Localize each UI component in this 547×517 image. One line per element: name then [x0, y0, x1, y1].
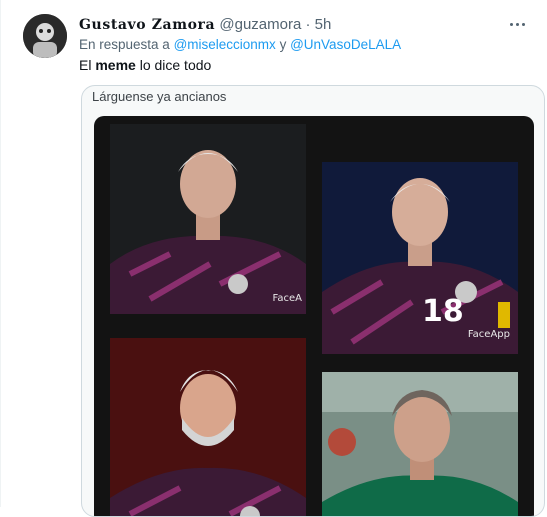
photo-older-player-4	[322, 372, 518, 516]
mention-link[interactable]: @miseleccionmx	[174, 37, 276, 52]
jersey-number: 18	[422, 294, 464, 329]
reply-prefix: En respuesta a	[79, 37, 170, 52]
tweet[interactable]: Gustavo Zamora @guzamora · 5h En respues…	[0, 0, 547, 517]
more-icon[interactable]	[505, 12, 529, 36]
handle[interactable]: @guzamora	[219, 16, 301, 33]
photo-older-player-3	[110, 338, 306, 516]
photo-older-player-1: FaceA	[110, 124, 306, 314]
watermark: FaceApp	[467, 329, 510, 340]
text-segment: lo dice todo	[139, 57, 212, 73]
photo-older-player-2: 18 FaceApp	[322, 162, 518, 354]
media-card[interactable]: Lárguense ya ancianos FaceA 18 FaceApp	[81, 85, 545, 517]
tweet-text: El meme lo dice todo	[79, 57, 211, 73]
media-caption: Lárguense ya ancianos	[92, 89, 227, 104]
watermark: FaceA	[272, 293, 302, 304]
mention-link[interactable]: @UnVasoDeLALA	[290, 37, 401, 52]
separator: ·	[305, 16, 311, 33]
tweet-header: Gustavo Zamora @guzamora · 5h	[79, 15, 331, 35]
text-bold: meme	[95, 57, 136, 73]
avatar[interactable]	[23, 14, 67, 58]
photo-collage[interactable]: FaceA 18 FaceApp	[94, 116, 534, 516]
reply-join: y	[279, 37, 287, 52]
reply-context: En respuesta a @miseleccionmx y @UnVasoD…	[79, 37, 401, 52]
text-segment: El	[79, 57, 92, 73]
display-name[interactable]: Gustavo Zamora	[79, 17, 215, 33]
timestamp[interactable]: 5h	[315, 16, 332, 33]
